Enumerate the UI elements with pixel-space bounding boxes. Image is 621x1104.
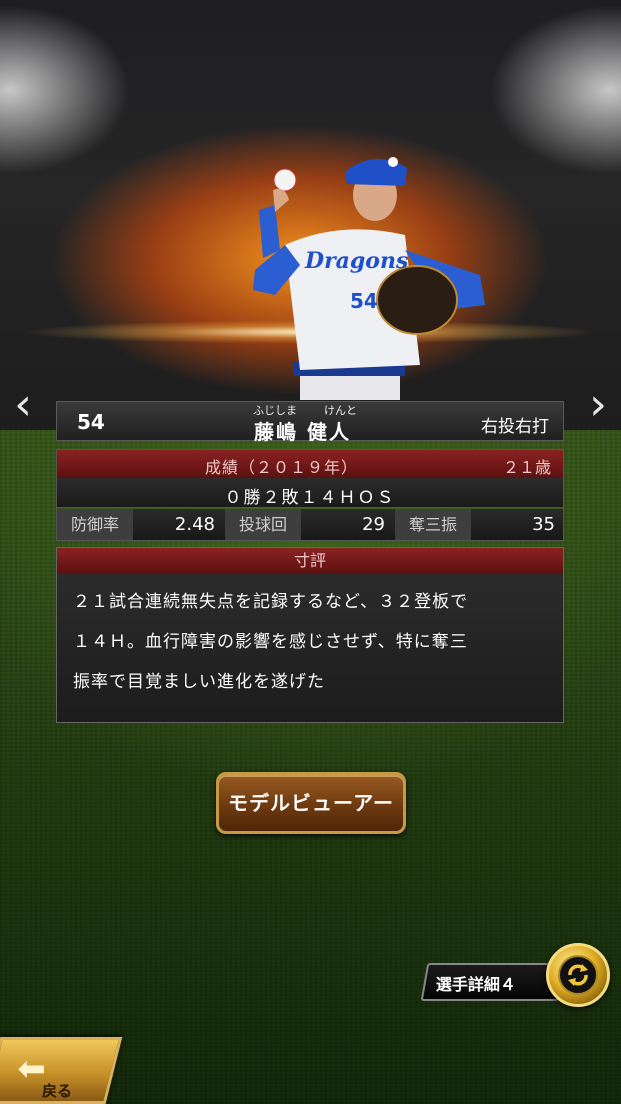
- player-name: 藤嶋 健人: [254, 420, 351, 444]
- previous-player-chevron-left-icon[interactable]: ‹: [8, 382, 38, 428]
- comment-title: 寸評: [57, 548, 563, 574]
- stat-value: 29: [362, 514, 385, 535]
- player-age: ２１歳: [502, 458, 551, 477]
- stat-era: 防御率 2.48: [57, 509, 223, 540]
- back-label: 戻る: [42, 1082, 73, 1100]
- uniform-number: 54: [77, 410, 105, 434]
- comment-line: ２１試合連続無失点を記録するなど、３２登板で: [73, 592, 469, 612]
- stat-strikeouts: 奪三振 35: [395, 509, 563, 540]
- stat-label: 投球回: [225, 509, 301, 540]
- player-detail-tab[interactable]: 選手詳細４: [420, 963, 566, 1001]
- stat-detail-row: 防御率 2.48 投球回 29 奪三振 35: [57, 509, 563, 540]
- player-name-bar: 54 ふじしま けんと 藤嶋 健人 右投右打: [56, 401, 564, 444]
- stat-innings: 投球回 29: [225, 509, 393, 540]
- rotate-arrows-icon: [558, 955, 598, 995]
- comment-line: １４Ｈ。血行障害の影響を感じさせず、特に奪三: [73, 632, 468, 652]
- stats-header: 成績（２０１９年） ２１歳: [57, 450, 563, 478]
- back-button[interactable]: ⬅ 戻る: [0, 1037, 123, 1104]
- stats-title: 成績（２０１９年）: [205, 458, 359, 477]
- stat-value: 2.48: [174, 514, 215, 535]
- comment-panel: 寸評 ２１試合連続無失点を記録するなど、３２登板で １４Ｈ。血行障害の影響を感じ…: [56, 547, 564, 723]
- throw-bat-hand: 右投右打: [481, 417, 549, 437]
- record-row: ０勝２敗１４ＨＯＳ: [57, 478, 563, 508]
- player-image: Dragons 54: [245, 150, 505, 400]
- comment-body: ２１試合連続無失点を記録するなど、３２登板で １４Ｈ。血行障害の影響を感じさせず…: [73, 582, 553, 702]
- stats-panel: 成績（２０１９年） ２１歳 ０勝２敗１４ＨＯＳ 防御率 2.48 投球回 29 …: [56, 449, 564, 541]
- comment-line: 振率で目覚ましい進化を遂げた: [73, 672, 325, 692]
- switch-button[interactable]: [546, 943, 610, 1007]
- jersey-number: 54: [350, 289, 378, 313]
- stat-value: 35: [532, 514, 555, 535]
- player-detail-label: 選手詳細４: [435, 975, 516, 994]
- jersey-logo: Dragons: [304, 248, 408, 274]
- model-viewer-button[interactable]: モデルビューアー: [216, 772, 406, 834]
- next-player-chevron-right-icon[interactable]: ›: [583, 382, 613, 428]
- stat-label: 防御率: [57, 509, 133, 540]
- win-loss-record: ０勝２敗１４ＨＯＳ: [224, 488, 396, 508]
- stat-label: 奪三振: [395, 509, 471, 540]
